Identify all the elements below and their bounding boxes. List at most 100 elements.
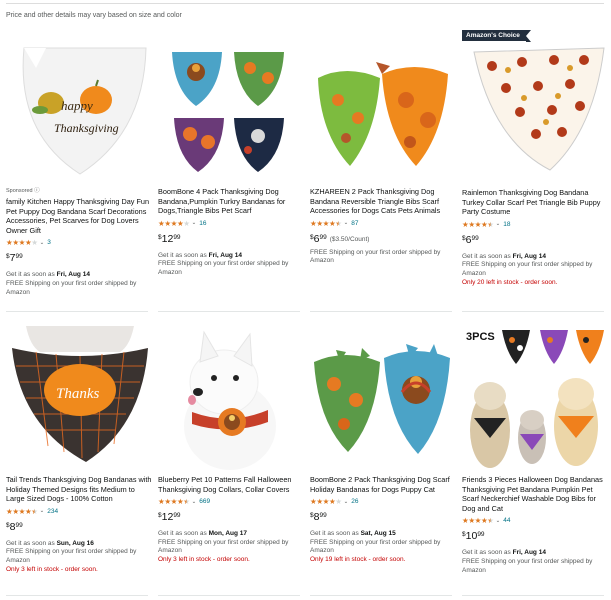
delivery-date: Fri, Aug 14 <box>208 251 242 259</box>
delivery-info: Get it as soon as Fri, Aug 14 FREE Shippi… <box>462 252 593 277</box>
product-image[interactable]: Amazon's Choice <box>462 30 610 184</box>
stock-warning: Only 3 left in stock - order soon. <box>158 555 250 563</box>
image-text-3pcs: 3PCS <box>466 331 495 343</box>
chevron-down-icon: ⌄ <box>343 220 349 227</box>
price[interactable]: $8 99 <box>6 521 154 533</box>
delivery-date: Sat, Aug 15 <box>360 530 396 538</box>
delivery-date: Fri, Aug 14 <box>512 252 546 260</box>
product-card: Amazon's Choice Rainlemon Thanksgiving D… <box>462 30 610 287</box>
product-card: BoomBone 4 Pack Thanksgiving Dog Bandana… <box>158 38 306 278</box>
price-fraction: 99 <box>15 253 23 261</box>
product-title[interactable]: KZHAREEN 2 Pack Thanksgiving Dog Bandana… <box>310 187 458 216</box>
product-image[interactable]: happy Thanksgiving <box>6 38 154 184</box>
product-image[interactable] <box>158 38 306 184</box>
review-count[interactable]: 16 <box>199 220 206 227</box>
stock-warning: Only 20 left in stock - order soon. <box>462 278 558 286</box>
unit-price: ($3.50/Count) <box>329 235 370 243</box>
delivery-info: Get it as soon as Sun, Aug 16 FREE Shippi… <box>6 539 137 564</box>
image-text-happy: happy <box>61 98 93 113</box>
price[interactable]: $8 99 <box>310 511 458 523</box>
chevron-down-icon: ⌄ <box>191 220 197 227</box>
price[interactable]: $10 99 <box>462 530 610 542</box>
star-rating-icon: ★★★★★ <box>158 218 190 228</box>
info-icon[interactable]: ⓘ <box>34 188 40 194</box>
row-divider <box>462 311 604 312</box>
shipping-text: FREE Shipping on your first order shippe… <box>462 261 593 277</box>
product-card: Blueberry Pet 10 Patterns Fall Halloween… <box>158 326 306 565</box>
rating[interactable]: ★★★★★ ⌄ 669 <box>158 497 306 506</box>
price-fraction: 99 <box>477 531 485 539</box>
row-divider <box>158 311 300 312</box>
product-title[interactable]: BoomBone 4 Pack Thanksgiving Dog Bandana… <box>158 187 306 216</box>
product-title[interactable]: Blueberry Pet 10 Patterns Fall Halloween… <box>158 475 306 494</box>
image-text-thanks: Thanks <box>56 386 100 402</box>
product-title[interactable]: Rainlemon Thanksgiving Dog Bandana Turke… <box>462 188 610 217</box>
shipping-text: FREE Shipping on your first order shippe… <box>158 538 289 555</box>
chevron-down-icon: ⌄ <box>39 239 45 246</box>
review-count[interactable]: 44 <box>503 517 510 524</box>
product-image[interactable]: Thanks <box>6 326 154 472</box>
price[interactable]: $7 99 <box>6 252 154 264</box>
product-image[interactable] <box>158 326 306 472</box>
review-count[interactable]: 18 <box>503 221 510 228</box>
delivery-info: Get it as soon as Fri, Aug 14 FREE Shippi… <box>6 271 137 296</box>
shipping-text: FREE Shipping on your first order shippe… <box>310 538 441 555</box>
rating[interactable]: ★★★★★ ⌄ 3 <box>6 238 154 247</box>
price-whole: 12 <box>161 511 174 524</box>
product-image[interactable] <box>310 38 458 184</box>
product-title[interactable]: Tail Trends Thanksgiving Dog Bandanas wi… <box>6 475 154 504</box>
product-card: KZHAREEN 2 Pack Thanksgiving Dog Bandana… <box>310 38 458 266</box>
delivery-date: Sun, Aug 16 <box>56 539 94 547</box>
delivery-info: Get it as soon as Sat, Aug 15 FREE Shippi… <box>310 530 441 555</box>
row-divider <box>6 311 148 312</box>
price-fraction: 99 <box>319 233 327 241</box>
review-count[interactable]: 234 <box>47 508 58 515</box>
star-rating-icon: ★★★★★ <box>6 238 38 248</box>
price-whole: 10 <box>465 530 478 543</box>
shipping-text: FREE Shipping on your first order shippe… <box>462 557 593 574</box>
product-title[interactable]: Friends 3 Pieces Halloween Dog Bandanas … <box>462 475 610 513</box>
price-fraction: 99 <box>173 233 181 241</box>
rating[interactable]: ★★★★★ ⌄ 26 <box>310 497 458 506</box>
rating[interactable]: ★★★★★ ⌄ 16 <box>158 219 306 228</box>
delivery-date: Fri, Aug 14 <box>56 271 90 279</box>
delivery-info: FREE Shipping on your first order shippe… <box>310 249 458 266</box>
product-title[interactable]: BoomBone 2 Pack Thanksgiving Dog Scarf H… <box>310 475 458 494</box>
rating[interactable]: ★★★★★ ⌄ 44 <box>462 516 610 525</box>
product-title[interactable]: family Kitchen Happy Thanksgiving Day Fu… <box>6 197 154 235</box>
price-fraction: 99 <box>15 521 23 529</box>
stock-warning: Only 19 left in stock - order soon. <box>310 555 406 563</box>
price[interactable]: $6 99 <box>462 234 610 246</box>
rating[interactable]: ★★★★★ ⌄ 18 <box>462 220 610 229</box>
product-card: Thanks Tail Trends Thanksgiving Dog Band… <box>6 326 154 574</box>
price[interactable]: $12 99 <box>158 511 306 523</box>
product-image[interactable]: 3PCS <box>462 326 610 472</box>
delivery-date: Fri, Aug 14 <box>512 549 546 557</box>
shipping-text: FREE Shipping on your first order shippe… <box>6 279 137 296</box>
review-count[interactable]: 669 <box>199 498 210 505</box>
chevron-down-icon: ⌄ <box>495 517 501 524</box>
review-count[interactable]: 26 <box>351 498 358 505</box>
price[interactable]: $6 99 ($3.50/Count) <box>310 233 458 245</box>
chevron-down-icon: ⌄ <box>39 508 45 515</box>
chevron-down-icon: ⌄ <box>495 221 501 228</box>
product-card: BoomBone 2 Pack Thanksgiving Dog Scarf H… <box>310 326 458 565</box>
row-divider <box>462 595 604 596</box>
rating[interactable]: ★★★★★ ⌄ 234 <box>6 507 154 516</box>
price-whole: 12 <box>161 232 174 245</box>
star-rating-icon: ★★★★★ <box>158 497 190 507</box>
shipping-text: FREE Shipping on your first order shippe… <box>310 248 441 265</box>
price[interactable]: $12 99 <box>158 233 306 245</box>
review-count[interactable]: 3 <box>47 239 51 246</box>
star-rating-icon: ★★★★★ <box>462 219 494 229</box>
amazons-choice-badge: Amazon's Choice <box>462 30 531 42</box>
product-image[interactable] <box>310 326 458 472</box>
top-divider <box>6 3 604 4</box>
row-divider <box>310 595 452 596</box>
delivery-info: Get it as soon as Fri, Aug 14 FREE Shippi… <box>462 549 593 574</box>
rating[interactable]: ★★★★★ ⌄ 87 <box>310 219 458 228</box>
chevron-down-icon: ⌄ <box>191 498 197 505</box>
review-count[interactable]: 87 <box>351 220 358 227</box>
star-rating-icon: ★★★★★ <box>310 497 342 507</box>
price-fraction: 99 <box>471 234 479 242</box>
